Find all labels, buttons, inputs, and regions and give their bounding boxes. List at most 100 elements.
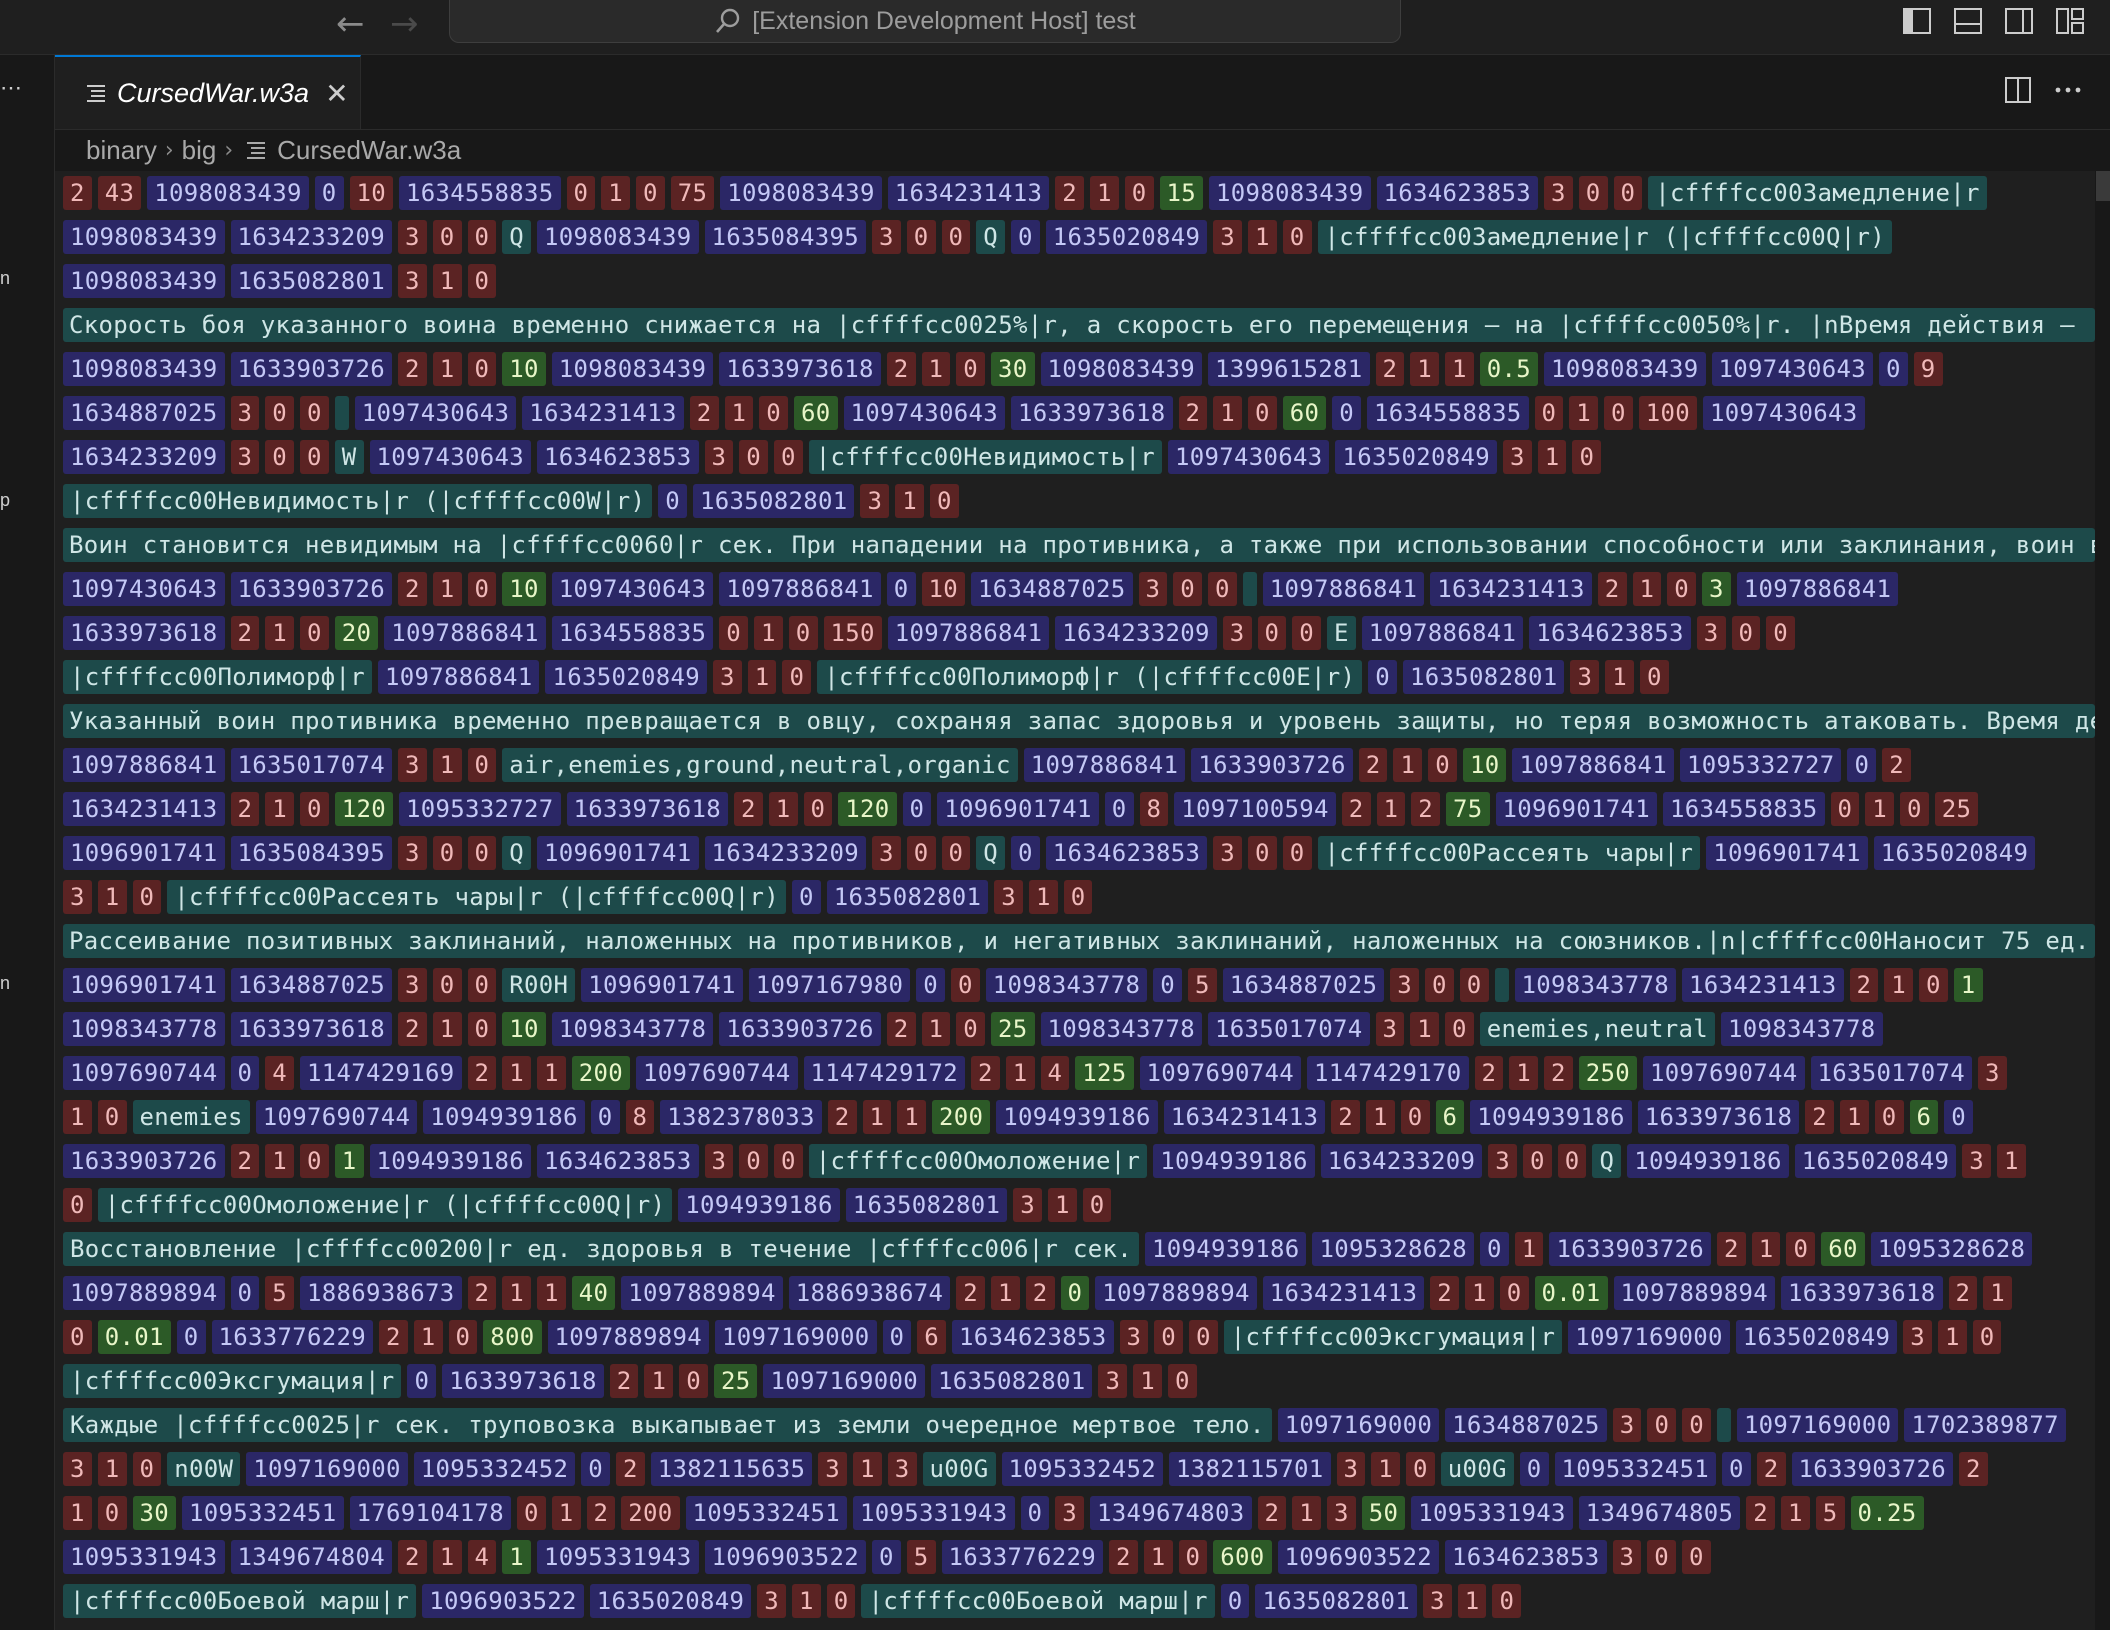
small-number-token: 0 (265, 440, 294, 474)
tab-label: CursedWar.w3a (117, 77, 310, 108)
more-actions-icon[interactable]: ⋯ (0, 75, 22, 101)
customize-layout-icon[interactable] (2055, 6, 2085, 36)
number-token: 1095332452 (413, 1452, 576, 1486)
small-number-token: 0 (1682, 1408, 1711, 1442)
editor-line: 1097690744 0 4 1147429169 2 1 1 200 1097690744 11… (55, 1051, 2095, 1095)
string-token: enemies (132, 1100, 250, 1134)
small-number-token: 3 (1544, 176, 1573, 210)
number-token: 1633776229 (211, 1320, 373, 1354)
toggle-primary-sidebar-icon[interactable] (1902, 6, 1932, 36)
small-number-token: 2 (1358, 748, 1388, 782)
number-token: 1097690744 (63, 1056, 225, 1090)
small-number-token: 1 (1371, 1452, 1400, 1486)
value-token: 6 (1435, 1100, 1465, 1134)
number-token: 1633903726 (63, 1144, 225, 1178)
small-number-token: 1 (1366, 1100, 1395, 1134)
small-number-token: 8 (625, 1100, 655, 1134)
small-number-token: 2 (971, 1056, 1000, 1090)
toggle-panel-icon[interactable] (1953, 6, 1983, 36)
small-number-token: 1 (432, 1540, 462, 1574)
number-token: 1634231413 (522, 396, 684, 430)
small-number-token: 5 (1815, 1496, 1845, 1530)
string-token (1494, 968, 1509, 1002)
number-token: 1633973618 (230, 1012, 392, 1046)
scrollbar-slider[interactable] (2096, 171, 2110, 201)
number-token: 1633973618 (1781, 1276, 1943, 1310)
number-token: 1097886841 (377, 660, 540, 694)
small-number-token: 2 (1341, 792, 1371, 826)
small-number-token: 1 (1865, 792, 1894, 826)
small-number-token: 2 (1257, 1496, 1287, 1530)
small-number-token: 25 (1934, 792, 1979, 826)
small-number-token: 1 (1005, 1056, 1035, 1090)
command-center-search[interactable]: [Extension Development Host] test (449, 0, 1401, 43)
split-editor-icon[interactable] (2003, 75, 2033, 105)
number-token: 1097886841 (1361, 616, 1524, 650)
small-number-token: 0 (63, 1188, 92, 1222)
small-number-token: 100 (1638, 396, 1697, 430)
number-token: 1097430643 (1703, 396, 1865, 430)
editor-line: |cffffcc00Невидимость|r (|cffffcc00W|r) 0… (55, 479, 2095, 523)
editor-line: 1097889894 0 5 1886938673 2 1 1 40 1097889894 188… (55, 1271, 2095, 1315)
number-token: 1096903522 (704, 1540, 866, 1574)
small-number-token: 2 (398, 1012, 427, 1046)
small-number-token: 4 (265, 1056, 294, 1090)
editor-content[interactable]: 2 43 1098083439 0 10 1634558835 0 1 0 75 109808343… (55, 171, 2095, 1630)
number-token: 1349674804 (230, 1540, 392, 1574)
small-number-token: 1 (63, 1496, 92, 1530)
breadcrumb-item[interactable]: CursedWar.w3a (277, 135, 461, 166)
editor-line: |cffffcc00Эксгумация|r 0 1633973618 2 1 0 25 10… (55, 1359, 2095, 1403)
number-token: 1096901741 (63, 836, 225, 870)
string-token: |cffffcc00Омоложение|r (808, 1144, 1148, 1178)
number-token: 1095331943 (63, 1540, 225, 1574)
small-number-token: 3 (704, 1144, 734, 1178)
close-icon[interactable]: ✕ (325, 77, 348, 110)
small-number-token: 0 (1874, 1100, 1904, 1134)
tab-cursedwar[interactable]: CursedWar.w3a ✕ (55, 55, 361, 129)
breadcrumb-item[interactable]: binary (86, 135, 157, 166)
number-token: 1633973618 (566, 792, 728, 826)
value-token: 125 (1075, 1056, 1134, 1090)
editor-line: 1634233209 3 0 0 W 1097430643 1634623853 3 0 0 |cf… (55, 435, 2095, 479)
number-token: 1097430643 (843, 396, 1005, 430)
small-number-token: 0 (1425, 968, 1454, 1002)
number-token: 1382115701 (1169, 1452, 1331, 1486)
small-number-token: 1 (502, 1056, 531, 1090)
breadcrumb-item[interactable]: big (182, 135, 217, 166)
value-token: 1 (334, 1144, 364, 1178)
number-token: 0 (590, 1100, 620, 1134)
small-number-token: 1 (897, 1100, 926, 1134)
small-number-token: 0 (1292, 616, 1321, 650)
small-number-token: 3 (818, 1452, 847, 1486)
back-arrow-icon[interactable]: ← (336, 4, 365, 44)
number-token: 1098343778 (1040, 1012, 1202, 1046)
small-number-token: 0 (719, 616, 748, 650)
small-number-token: 1 (432, 572, 462, 606)
number-token: 1097690744 (1139, 1056, 1301, 1090)
number-token: 1635082801 (1255, 1584, 1417, 1618)
small-number-token: 2 (1375, 352, 1405, 386)
number-token: 1098083439 (63, 264, 225, 298)
more-actions-icon[interactable] (2053, 75, 2083, 105)
activity-mark: p (0, 490, 11, 510)
forward-arrow-icon[interactable]: → (390, 4, 419, 44)
value-token: 120 (334, 792, 393, 826)
small-number-token: 3 (1055, 1496, 1084, 1530)
number-token: 1097886841 (63, 748, 225, 782)
small-number-token: 1 (1410, 1012, 1439, 1046)
value-token: 40 (571, 1276, 616, 1310)
value-token: 30 (991, 352, 1035, 386)
small-number-token: 1 (1983, 1276, 2012, 1310)
small-number-token: 1 (853, 1452, 882, 1486)
small-number-token: 2 (398, 1540, 427, 1574)
toggle-secondary-sidebar-icon[interactable] (2004, 6, 2034, 36)
small-number-token: 0 (941, 220, 971, 254)
number-token: 1097889894 (1095, 1276, 1257, 1310)
editor-line: Указанный воин противника временно превр… (55, 699, 2095, 743)
number-token: 1634623853 (537, 1144, 699, 1178)
small-number-token: 2 (230, 616, 260, 650)
small-number-token: 4 (1040, 1056, 1070, 1090)
number-token: 1349674803 (1090, 1496, 1252, 1530)
number-token: 1635020849 (589, 1584, 752, 1618)
number-token: 1633973618 (1637, 1100, 1800, 1134)
